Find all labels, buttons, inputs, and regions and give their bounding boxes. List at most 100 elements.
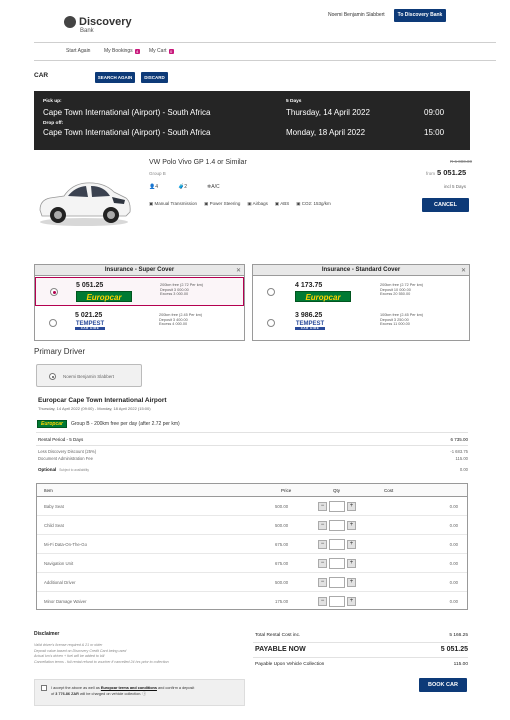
- cancel-button[interactable]: CANCEL: [422, 198, 469, 212]
- insurance-option-selected[interactable]: 5 051.25 Europcar 200km free (2.72 Per k…: [35, 277, 244, 306]
- car-group: Group B: [149, 171, 166, 176]
- discovery-logo[interactable]: Discovery: [64, 16, 132, 28]
- search-again-button[interactable]: SEARCH AGAIN: [95, 72, 135, 83]
- car-price-value: 5 051.25: [437, 168, 467, 177]
- steering-feature: ▣ Power Steering: [204, 201, 240, 207]
- to-discovery-bank-button[interactable]: To Discovery Bank: [394, 9, 446, 22]
- quantity-input[interactable]: [329, 577, 345, 588]
- insurance-details: 100km free (2.45 Per km) Deposit 3 250.0…: [380, 313, 423, 327]
- airbags-feature: ▣ Airbags: [247, 201, 268, 207]
- insurance-radio[interactable]: [267, 319, 275, 327]
- increment-button[interactable]: +: [347, 502, 356, 511]
- discount-value: -1 683.75: [450, 449, 468, 454]
- insurance-price: 5 051.25: [76, 282, 104, 289]
- nav-my-cart[interactable]: My Cart 0: [149, 48, 174, 54]
- brand-sub: Bank: [80, 28, 94, 34]
- increment-button[interactable]: +: [347, 578, 356, 587]
- insurance-details: 200km free (2.72 Per km) Deposit 3 000.0…: [160, 283, 203, 297]
- user-name[interactable]: Noemi Benjamin Slabbert: [328, 12, 385, 18]
- terms-text: I accept the above as well as Europcar t…: [51, 685, 241, 697]
- insurance-details: 200km free (2.72 Per km) Deposit 10 000.…: [380, 283, 423, 297]
- disclaimer-title: Disclaimer: [34, 631, 60, 637]
- nav-my-bookings[interactable]: My Bookings 4: [104, 48, 140, 54]
- ac-spec: ❄A/C: [207, 184, 220, 190]
- quantity-input[interactable]: [329, 558, 345, 569]
- seats-spec: 👤4: [149, 184, 158, 190]
- group-line: Group B - 200km free per day (after 2.72…: [71, 421, 180, 427]
- increment-button[interactable]: +: [347, 540, 356, 549]
- close-icon[interactable]: ✕: [236, 267, 241, 274]
- extra-item-cost: 0.00: [449, 580, 458, 585]
- driver-name: Noemi Benjamin Slabbert: [63, 374, 115, 379]
- nav-start-again[interactable]: Start Again: [66, 48, 90, 54]
- insurance-standard-title: Insurance - Standard Cover: [253, 265, 469, 276]
- vendor-name: Europcar: [305, 293, 341, 302]
- bags-spec: 🧳2: [178, 184, 187, 190]
- ac-value: A/C: [211, 184, 220, 190]
- decrement-button[interactable]: −: [318, 578, 327, 587]
- optional-row: Optional Subject to availability: [38, 467, 89, 472]
- terms-link[interactable]: Europcar terms and conditions: [101, 686, 157, 690]
- extra-item-name: Mi-Fi Data-On-The-Go: [44, 542, 87, 547]
- discard-button[interactable]: DISCARD: [141, 72, 168, 83]
- insurance-radio[interactable]: [267, 288, 275, 296]
- increment-button[interactable]: +: [347, 559, 356, 568]
- brand-name: Discovery: [79, 16, 132, 28]
- quantity-input[interactable]: [329, 520, 345, 531]
- insurance-km: 200km free (2.45 Per km): [159, 313, 203, 317]
- driver-radio[interactable]: [49, 373, 56, 380]
- info-icon[interactable]: ⓘ: [142, 692, 146, 696]
- europcar-logo: Europcar: [295, 291, 351, 302]
- insurance-option[interactable]: 5 021.25 TEMPEST CAR HIRE 200km free (2.4…: [35, 308, 244, 338]
- insurance-radio[interactable]: [49, 319, 57, 327]
- book-car-button[interactable]: BOOK CAR: [419, 678, 467, 692]
- quantity-input[interactable]: [329, 539, 345, 550]
- primary-driver-option[interactable]: Noemi Benjamin Slabbert: [36, 364, 142, 387]
- rental-period-label: Rental Period - 5 Days: [38, 437, 84, 442]
- decrement-button[interactable]: −: [318, 502, 327, 511]
- terms-text-c: of: [51, 692, 55, 696]
- airbag-icon: ▣: [247, 201, 252, 206]
- payable-value: 5 051.25: [440, 646, 468, 653]
- section-title: CAR: [34, 72, 49, 79]
- terms-checkbox[interactable]: [41, 685, 47, 691]
- tempest-logo: TEMPEST CAR HIRE: [295, 321, 325, 330]
- extra-item-cost: 0.00: [449, 599, 458, 604]
- quantity-input[interactable]: [329, 501, 345, 512]
- collection-value: 115.00: [453, 662, 468, 667]
- extra-item-name: Minor Damage Waiver: [44, 599, 87, 604]
- decrement-button[interactable]: −: [318, 559, 327, 568]
- airbags-value: Airbags: [252, 201, 268, 206]
- insurance-radio[interactable]: [50, 288, 58, 296]
- decrement-button[interactable]: −: [318, 540, 327, 549]
- terms-box: I accept the above as well as Europcar t…: [34, 679, 245, 706]
- tempest-logo: TEMPEST CAR HIRE: [75, 321, 105, 330]
- disclaimer-lines: Valid driver's license required & 21 or …: [34, 643, 169, 665]
- extra-item-cost: 0.00: [449, 523, 458, 528]
- from-label: from: [426, 171, 435, 176]
- dropoff-date: Monday, 18 April 2022: [286, 128, 366, 137]
- steering-value: Power Steering: [209, 201, 241, 206]
- table-row: Minor Damage Waiver 175.00 − + 0.00: [37, 592, 467, 611]
- quantity-input[interactable]: [329, 596, 345, 607]
- increment-button[interactable]: +: [347, 597, 356, 606]
- car-image: [34, 170, 134, 228]
- extra-item-price: 500.00: [275, 580, 289, 585]
- bookings-count-badge: 4: [134, 48, 140, 54]
- extra-item-price: 500.00: [275, 523, 289, 528]
- close-icon[interactable]: ✕: [461, 267, 466, 274]
- quantity-stepper: − +: [318, 539, 356, 550]
- optional-note: Subject to availability: [59, 468, 90, 472]
- rental-summary-bar: Pick up: Cape Town International (Airpor…: [34, 91, 470, 150]
- increment-button[interactable]: +: [347, 521, 356, 530]
- decrement-button[interactable]: −: [318, 521, 327, 530]
- decrement-button[interactable]: −: [318, 597, 327, 606]
- extra-item-price: 675.00: [275, 561, 289, 566]
- table-row: Mi-Fi Data-On-The-Go 675.00 − + 0.00: [37, 535, 467, 554]
- insurance-standard-cover: Insurance - Standard Cover ✕ 4 173.75 Eu…: [252, 264, 470, 341]
- insurance-option[interactable]: 3 986.25 TEMPEST CAR HIRE 100km free (2.4…: [253, 308, 469, 338]
- car-name: VW Polo Vivo GP 1.4 or Similar: [149, 159, 247, 166]
- rental-period-value: 6 735.00: [450, 437, 468, 442]
- insurance-option[interactable]: 4 173.75 Europcar 200km free (2.72 Per k…: [253, 278, 469, 307]
- insurance-price: 3 986.25: [295, 312, 323, 319]
